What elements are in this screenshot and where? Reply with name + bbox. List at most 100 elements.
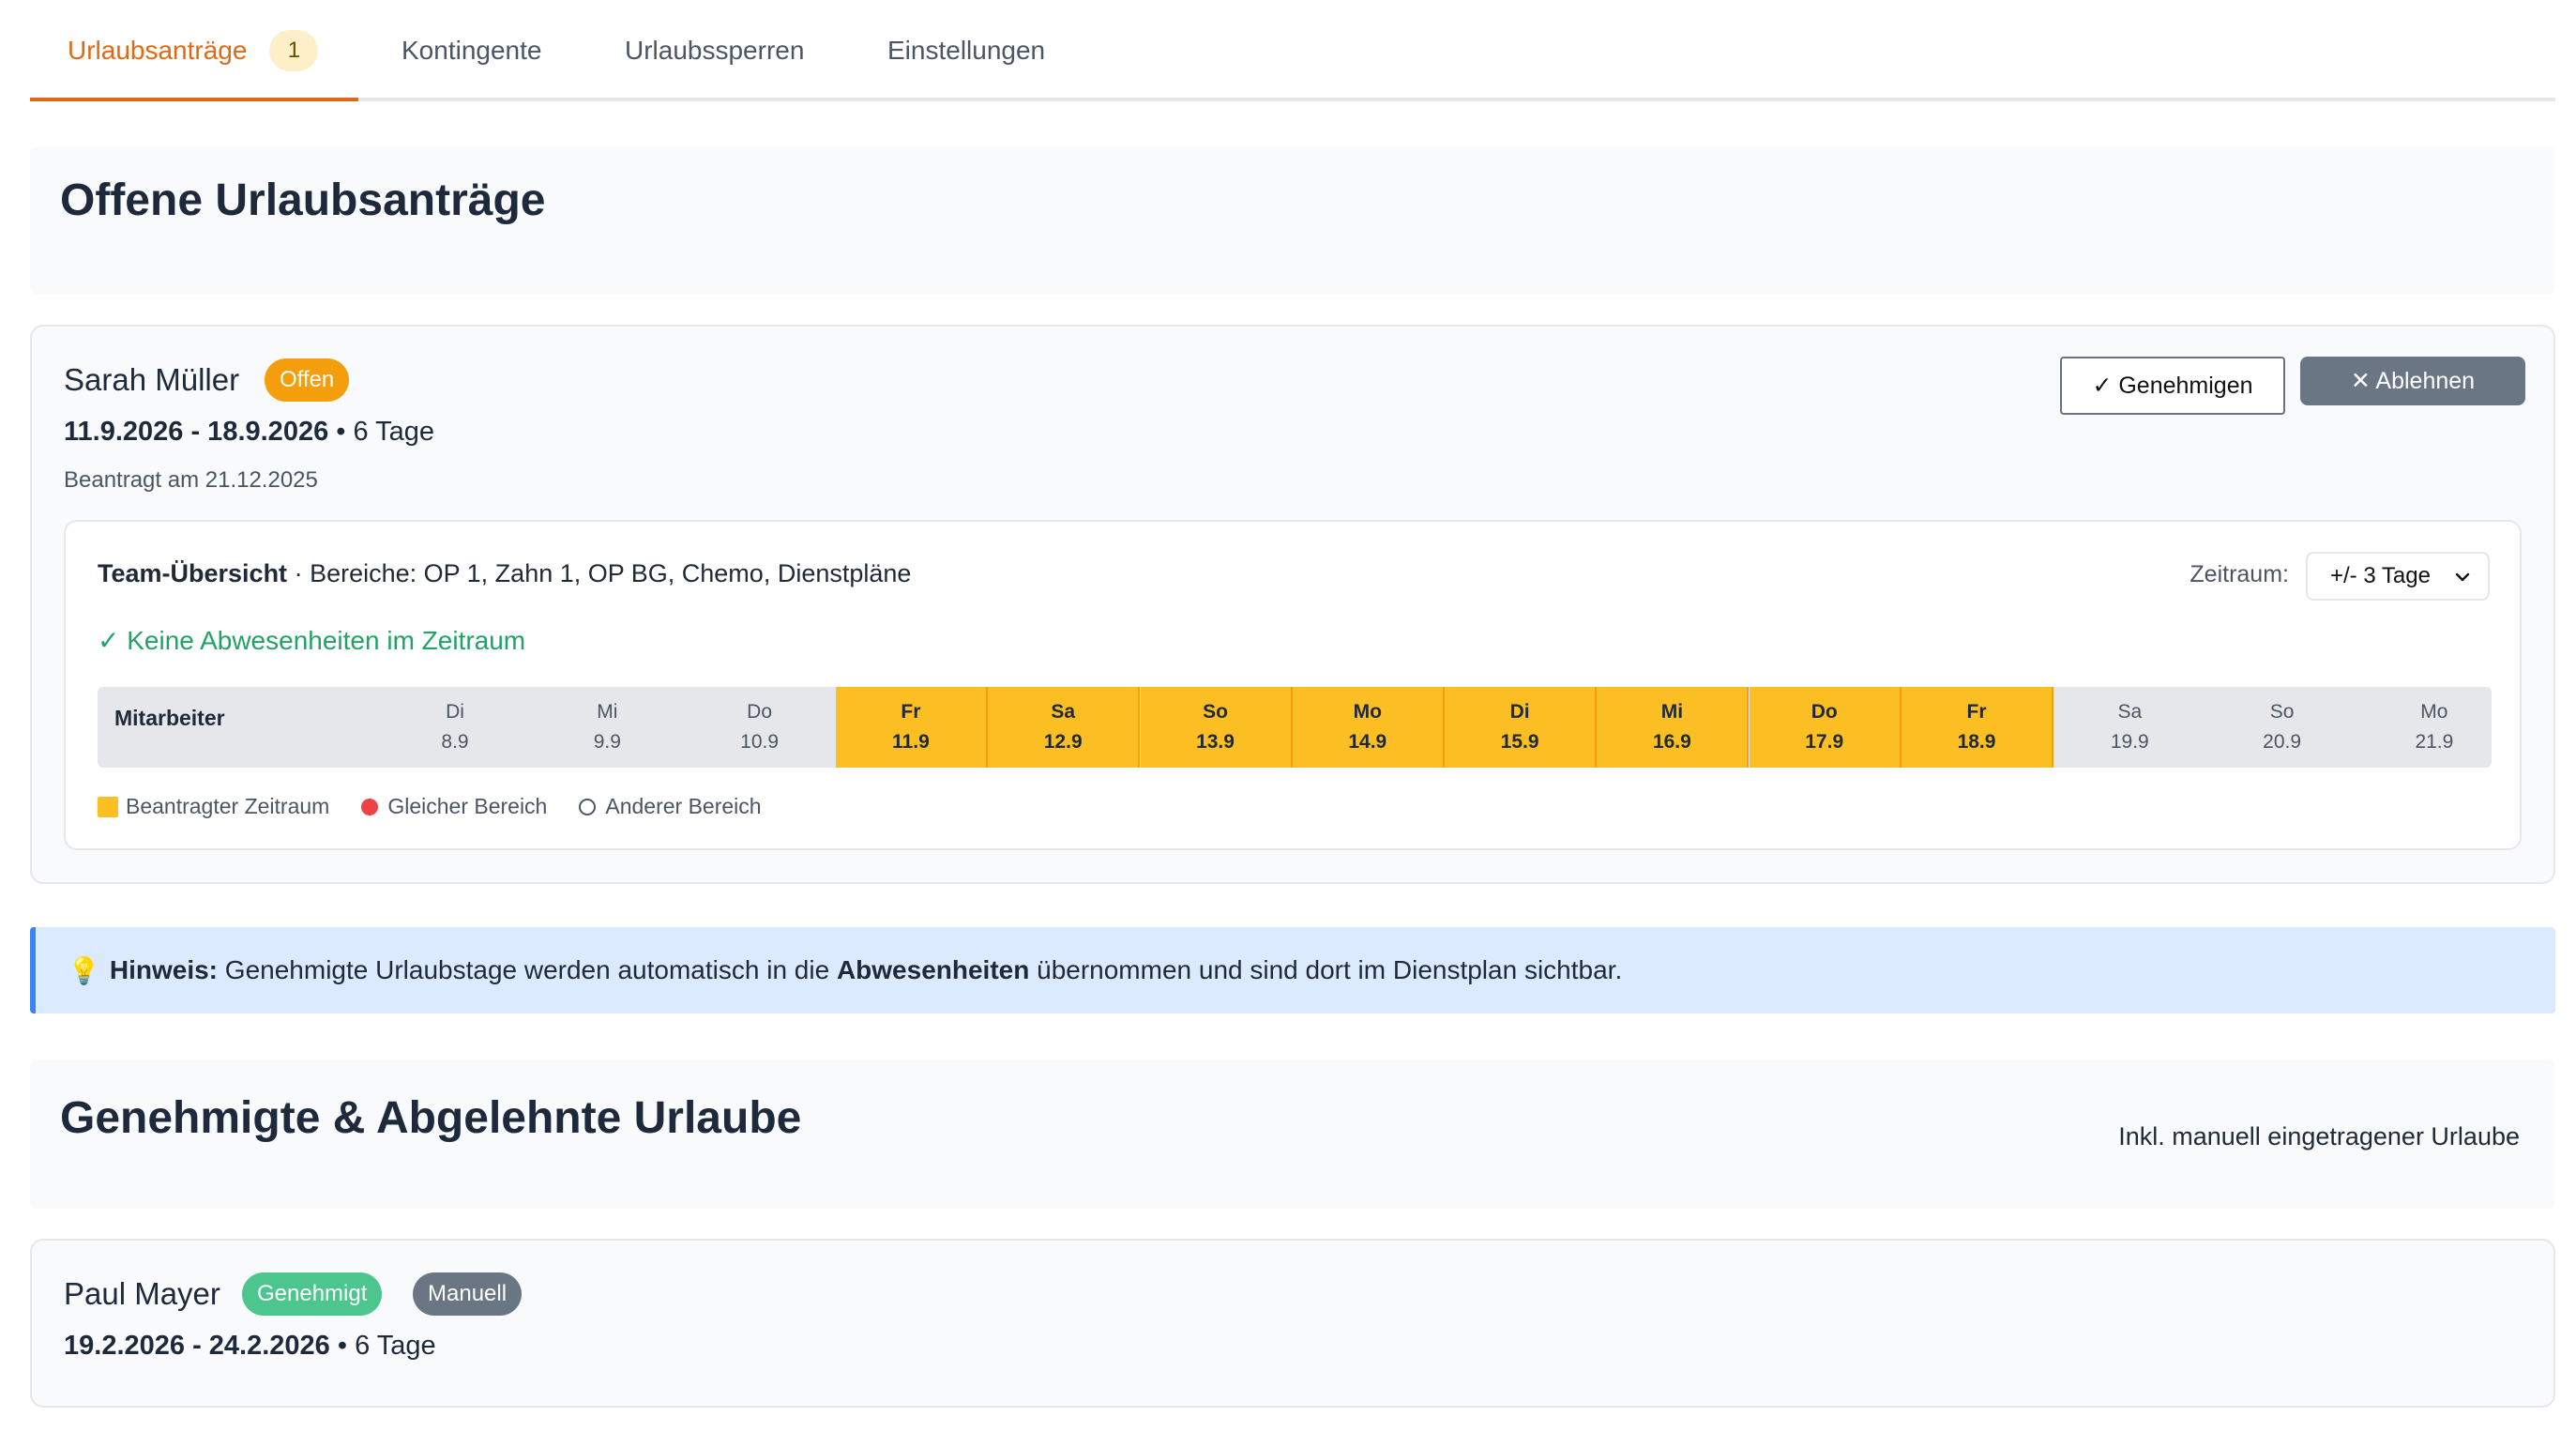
range-select[interactable]: +/- 3 Tage <box>2306 552 2490 601</box>
hollow-circle-icon <box>579 798 597 815</box>
date-label: 9.9 <box>593 731 621 753</box>
status-badge: Genehmigt <box>242 1272 383 1316</box>
done-requests-header: Genehmigte & Abgelehnte Urlaube Inkl. ma… <box>30 1060 2555 1209</box>
date-label: 11.9 <box>892 731 930 753</box>
date-label: 21.9 <box>2415 731 2454 753</box>
day-column: Do 17.9 <box>1749 687 1902 768</box>
section-note: Inkl. manuell eingetragener Urlaube <box>2118 1122 2520 1150</box>
date-label: 19.9 <box>2110 731 2149 753</box>
legend: Beantragter Zeitraum Gleicher Bereich An… <box>98 794 794 819</box>
legend-requested: Beantragter Zeitraum <box>98 794 329 819</box>
date-label: 15.9 <box>1500 731 1539 753</box>
tab-kontingente[interactable]: Kontingente <box>402 0 541 101</box>
section-title: Genehmigte & Abgelehnte Urlaube <box>60 1093 802 1143</box>
date-label: 16.9 <box>1652 731 1691 753</box>
request-card: Sarah Müller Offen 11.9.2026 - 18.9.2026… <box>30 325 2555 884</box>
status-badge: Offen <box>265 358 350 402</box>
team-overview-heading: Team-Übersicht · Bereiche: OP 1, Zahn 1,… <box>98 559 911 588</box>
separator: • <box>336 417 346 447</box>
hint-banner: 💡 Hinweis: Genehmigte Urlaubstage werden… <box>30 927 2555 1013</box>
hint-label: Hinweis: <box>109 955 219 984</box>
day-column: Di 15.9 <box>1445 687 1598 768</box>
date-label: 18.9 <box>1957 731 1996 753</box>
active-tab-indicator <box>30 98 358 101</box>
date-label: 20.9 <box>2263 731 2302 753</box>
day-column: Fr 18.9 <box>1902 687 2053 768</box>
manual-badge: Manuell <box>413 1272 523 1316</box>
day-column: Sa 12.9 <box>988 687 1141 768</box>
team-overview-title: Team-Übersicht <box>98 559 288 587</box>
employee-column-header: Mitarbeiter <box>114 706 225 730</box>
date-label: 13.9 <box>1196 731 1235 753</box>
date-label: 17.9 <box>1805 731 1844 753</box>
day-count: 6 Tage <box>353 417 435 447</box>
day-column: Do 10.9 <box>684 687 836 768</box>
legend-other-area: Anderer Bereich <box>579 794 762 819</box>
vacation-card: Paul Mayer Genehmigt Manuell 19.2.2026 -… <box>30 1239 2555 1408</box>
chevron-down-icon <box>2452 567 2473 594</box>
date-range: 11.9.2026 - 18.9.2026 <box>64 417 329 447</box>
no-absence-message: ✓ Keine Abwesenheiten im Zeitraum <box>98 626 526 655</box>
date-range: 19.2.2026 - 24.2.2026 <box>64 1331 330 1361</box>
employee-name: Sarah Müller <box>64 362 240 397</box>
tab-urlaubssperren[interactable]: Urlaubssperren <box>625 0 804 101</box>
range-value: +/- 3 Tage <box>2330 563 2431 588</box>
day-column: Sa 19.9 <box>2053 687 2205 768</box>
legend-label: Gleicher Bereich <box>387 794 548 818</box>
weekday-label: Di <box>446 701 464 723</box>
weekday-label: Fr <box>1966 701 1987 723</box>
weekday-label: Mo <box>1353 701 1382 723</box>
weekday-label: Fr <box>901 701 921 723</box>
weekday-label: So <box>1203 701 1228 723</box>
weekday-label: Do <box>1811 701 1838 723</box>
legend-same-area: Gleicher Bereich <box>361 794 547 819</box>
tab-label: Urlaubsanträge <box>68 36 248 65</box>
day-column: So 13.9 <box>1140 687 1293 768</box>
count-badge: 1 <box>269 30 319 71</box>
weekday-label: Do <box>747 701 773 723</box>
team-areas: · Bereiche: OP 1, Zahn 1, OP BG, Chemo, … <box>294 559 912 587</box>
weekday-label: So <box>2269 701 2295 723</box>
day-column: Mo 21.9 <box>2358 687 2492 768</box>
tab-urlaubsantraege[interactable]: Urlaubsanträge 1 <box>68 0 319 101</box>
hint-text: Genehmigte Urlaubstage werden automatisc… <box>218 955 837 984</box>
date-label: 14.9 <box>1348 731 1387 753</box>
day-column: Di 8.9 <box>379 687 531 768</box>
weekday-label: Mo <box>2420 701 2448 723</box>
lightbulb-icon: 💡 <box>68 955 100 985</box>
legend-label: Beantragter Zeitraum <box>126 794 330 818</box>
date-label: 10.9 <box>740 731 780 753</box>
date-label: 8.9 <box>441 731 469 753</box>
yellow-square-icon <box>98 796 118 817</box>
tab-bar: Urlaubsanträge 1 Kontingente Urlaubssper… <box>30 0 2555 101</box>
tab-einstellungen[interactable]: Einstellungen <box>887 0 1045 101</box>
weekday-label: Mi <box>1660 701 1684 723</box>
range-label: Zeitraum: <box>2190 561 2289 587</box>
section-title: Offene Urlaubsanträge <box>60 175 546 225</box>
separator: • <box>337 1331 348 1361</box>
day-column: So 20.9 <box>2206 687 2358 768</box>
team-overview: Team-Übersicht · Bereiche: OP 1, Zahn 1,… <box>64 520 2522 850</box>
approve-button[interactable]: ✓ Genehmigen <box>2060 357 2285 415</box>
vacation-dates: 19.2.2026 - 24.2.2026 • 6 Tage <box>64 1331 436 1362</box>
reject-button[interactable]: ✕ Ablehnen <box>2300 357 2525 405</box>
request-dates: 11.9.2026 - 18.9.2026 • 6 Tage <box>64 417 434 448</box>
weekday-label: Sa <box>1051 701 1076 723</box>
tab-label: Urlaubssperren <box>625 36 805 65</box>
date-label: 12.9 <box>1043 731 1083 753</box>
weekday-label: Sa <box>2117 701 2143 723</box>
hint-text-end: übernommen und sind dort im Dienstplan s… <box>1029 955 1623 984</box>
day-column: Fr 11.9 <box>835 687 988 768</box>
day-column: Mi 16.9 <box>1597 687 1750 768</box>
open-requests-header: Offene Urlaubsanträge <box>30 146 2555 295</box>
tab-label: Kontingente <box>402 36 542 65</box>
day-column: Mo 14.9 <box>1292 687 1445 768</box>
day-column: Mi 9.9 <box>531 687 683 768</box>
calendar-grid: Mitarbeiter Di 8.9 Mi 9.9 Do 10.9 Fr 11.9 Sa 12.9… <box>98 687 2492 768</box>
hint-bold: Abwesenheiten <box>836 955 1030 984</box>
weekday-label: Di <box>1509 701 1530 723</box>
legend-label: Anderer Bereich <box>605 794 762 818</box>
tab-label: Einstellungen <box>887 36 1046 65</box>
day-count: 6 Tage <box>355 1331 436 1361</box>
red-dot-icon <box>361 798 379 815</box>
